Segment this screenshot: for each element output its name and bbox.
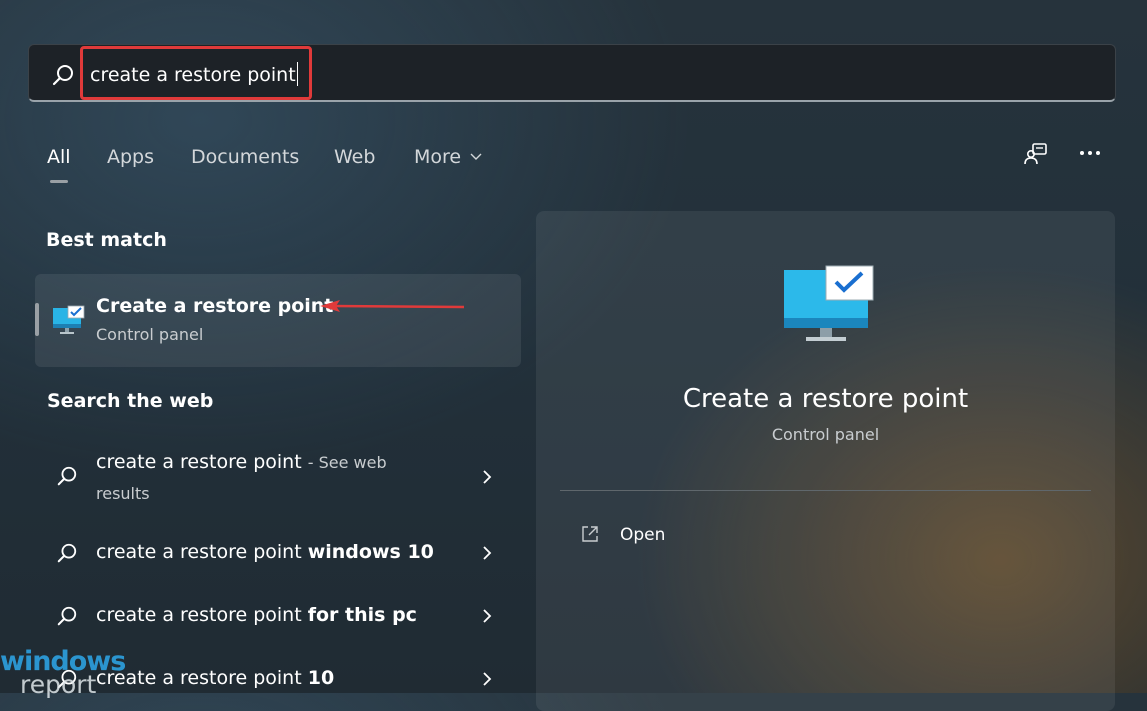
best-match-subtitle: Control panel: [96, 325, 204, 344]
web-result-text-bold: 10: [307, 667, 335, 689]
search-bar[interactable]: create a restore point: [28, 44, 1116, 102]
selection-accent: [35, 303, 39, 336]
web-result-text: create a restore point: [96, 451, 302, 473]
tab-more[interactable]: More: [414, 146, 482, 168]
more-options-icon[interactable]: [1078, 148, 1102, 158]
search-icon: [52, 65, 73, 86]
search-icon: [57, 543, 77, 563]
best-match-heading: Best match: [46, 229, 167, 251]
tab-all[interactable]: All: [47, 146, 71, 168]
best-match-title: Create a restore point: [96, 295, 334, 317]
text-caret: [296, 62, 298, 86]
web-result-row[interactable]: create a restore point - See web results: [40, 440, 510, 514]
tab-active-indicator: [50, 180, 68, 183]
web-result-note: - See web: [307, 453, 387, 472]
web-result-text: create a restore point: [96, 604, 308, 626]
annotation-arrow-icon: [320, 300, 465, 312]
web-result-text-bold: windows 10: [307, 541, 434, 563]
web-result-note-line2: results: [96, 484, 150, 503]
tab-apps[interactable]: Apps: [107, 146, 154, 168]
chevron-right-icon: [483, 546, 492, 560]
web-result-text: create a restore point: [96, 667, 308, 689]
web-result-text: create a restore point: [96, 541, 308, 563]
search-icon: [57, 606, 77, 626]
search-icon: [57, 466, 77, 486]
tab-web[interactable]: Web: [334, 146, 375, 168]
divider: [560, 490, 1091, 491]
web-result-text-bold: for this pc: [307, 604, 417, 626]
best-match-item[interactable]: [35, 274, 521, 367]
watermark-logo-report: report: [20, 670, 97, 699]
restore-point-monitor-icon: [784, 265, 874, 341]
search-input[interactable]: create a restore point: [90, 62, 298, 86]
detail-title: Create a restore point: [682, 384, 969, 414]
detail-subtitle: Control panel: [771, 425, 880, 444]
chevron-down-icon: [470, 153, 482, 160]
web-result-row[interactable]: create a restore point windows 10: [40, 530, 510, 576]
search-input-value: create a restore point: [90, 64, 296, 86]
search-web-heading: Search the web: [47, 390, 214, 412]
open-label: Open: [620, 525, 666, 545]
restore-point-monitor-icon: [53, 305, 85, 334]
tab-documents[interactable]: Documents: [191, 146, 299, 168]
feedback-icon[interactable]: [1023, 141, 1049, 167]
tab-more-label: More: [414, 146, 462, 168]
open-external-icon: [582, 526, 598, 542]
chevron-right-icon: [483, 470, 492, 484]
chevron-right-icon: [483, 672, 492, 686]
chevron-right-icon: [483, 609, 492, 623]
web-result-row[interactable]: create a restore point for this pc: [40, 593, 510, 639]
